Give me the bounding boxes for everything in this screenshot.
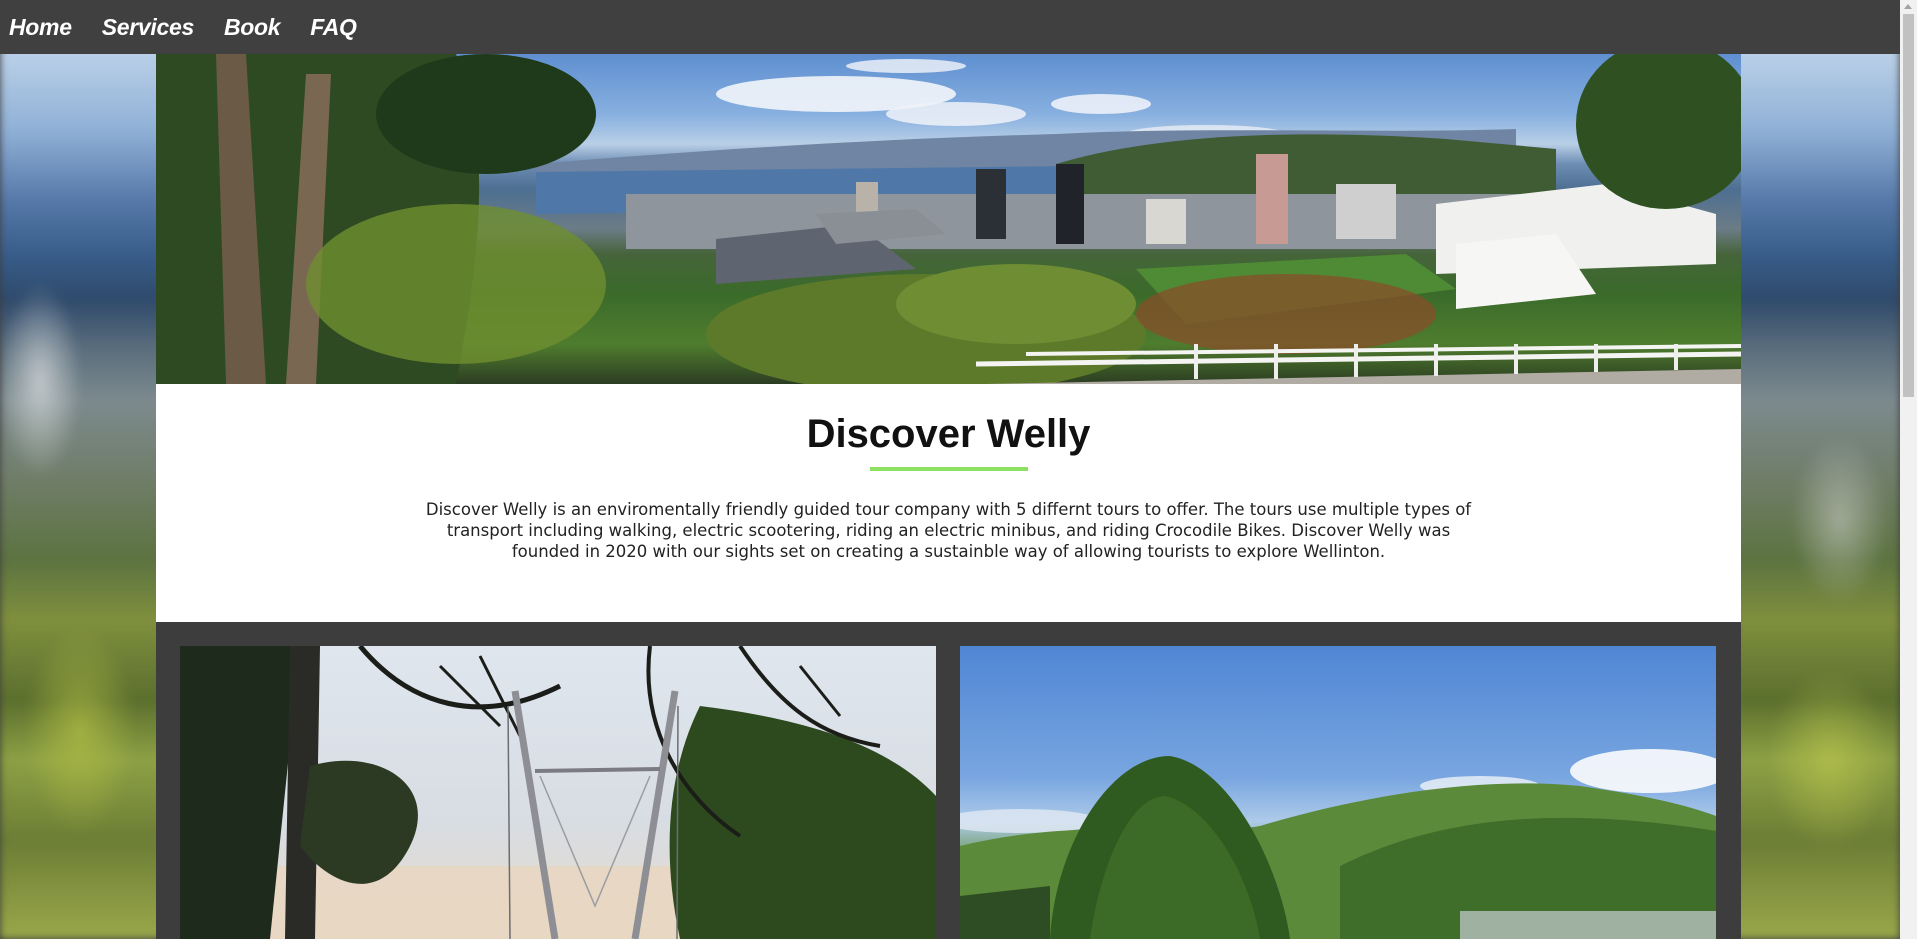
page-scrollbar[interactable] (1900, 0, 1917, 939)
about-description: Discover Welly is an enviromentally frie… (425, 500, 1472, 561)
nav-home-link[interactable]: Home (9, 14, 72, 41)
scroll-up-arrow-icon[interactable] (1904, 4, 1912, 9)
main-container: Discover Welly Discover Welly is an envi… (156, 54, 1741, 939)
gallery-image-green-hills (960, 646, 1716, 939)
about-section: Discover Welly Discover Welly is an envi… (156, 384, 1741, 622)
nav-services-link[interactable]: Services (102, 14, 195, 41)
top-navigation: Home Services Book FAQ (0, 0, 1900, 54)
gallery-image-bridge-through-trees (180, 646, 936, 939)
scrollbar-thumb[interactable] (1903, 14, 1914, 397)
title-underline (869, 467, 1028, 471)
page-title: Discover Welly (806, 412, 1091, 456)
nav-faq-link[interactable]: FAQ (310, 14, 357, 41)
nav-book-link[interactable]: Book (224, 14, 281, 41)
hero-image-wellington-view (156, 54, 1741, 384)
